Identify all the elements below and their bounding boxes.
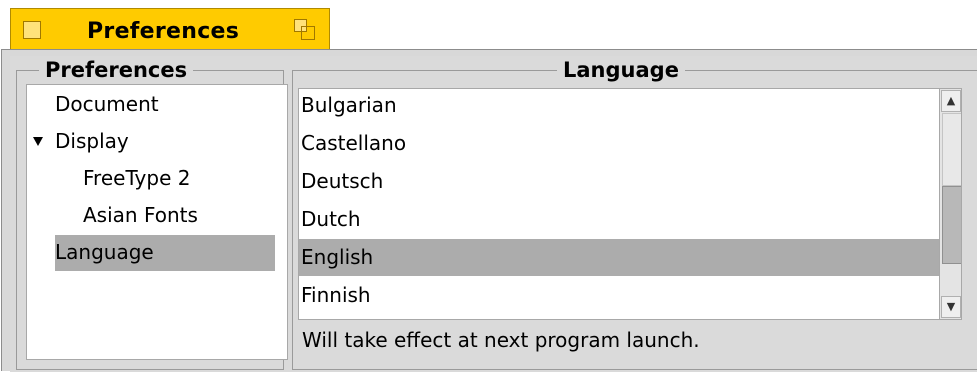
- tree-item-freetype-2[interactable]: FreeType 2: [27, 161, 277, 197]
- tree-item-language[interactable]: Language: [55, 235, 275, 271]
- tree-item-label: Language: [55, 240, 154, 264]
- tree-item-display[interactable]: Display: [27, 124, 277, 160]
- language-group-title: Language: [557, 59, 685, 81]
- tree-item-document[interactable]: Document: [27, 87, 277, 123]
- tree-item-asian-fonts[interactable]: Asian Fonts: [27, 198, 277, 234]
- scroll-down-arrow-icon[interactable]: ▼: [941, 296, 961, 318]
- language-item-finnish[interactable]: Finnish: [299, 277, 941, 314]
- restart-note: Will take effect at next program launch.: [302, 328, 700, 352]
- preferences-tree: Document Display FreeType 2 Asian Fonts Lang…: [26, 84, 288, 360]
- scroll-up-arrow-icon[interactable]: ▲: [941, 90, 961, 112]
- language-item-english[interactable]: English: [299, 239, 941, 276]
- close-box-icon[interactable]: [23, 21, 41, 39]
- language-list-scrollbar[interactable]: ▲ ▼: [939, 89, 961, 319]
- scrollbar-upper-region[interactable]: [942, 113, 961, 186]
- tree-item-label: Document: [55, 92, 159, 116]
- tree-item-label: Display: [55, 129, 129, 153]
- preferences-group-title: Preferences: [39, 59, 194, 81]
- tree-item-label: FreeType 2: [83, 166, 191, 190]
- tree-item-label: Asian Fonts: [83, 203, 198, 227]
- scrollbar-thumb[interactable]: [942, 186, 961, 264]
- scrollbar-track[interactable]: [941, 113, 961, 295]
- disclosure-triangle-icon[interactable]: [33, 137, 43, 146]
- language-item-bulgarian[interactable]: Bulgarian: [299, 89, 941, 124]
- language-item-dutch[interactable]: Dutch: [299, 201, 941, 238]
- preferences-content: Preferences Document Display FreeType 2 Asi…: [10, 56, 977, 372]
- language-item-deutsch[interactable]: Deutsch: [299, 163, 941, 200]
- window-title: Preferences: [87, 19, 240, 44]
- window-tab[interactable]: Preferences: [10, 8, 330, 49]
- language-item-castellano[interactable]: Castellano: [299, 125, 941, 162]
- language-list[interactable]: Finnish English Dutch Deutsch Castellano Bulg…: [298, 88, 962, 320]
- zoom-box-icon[interactable]: [294, 19, 316, 41]
- window-body: Preferences Document Display FreeType 2 Asi…: [1, 49, 977, 372]
